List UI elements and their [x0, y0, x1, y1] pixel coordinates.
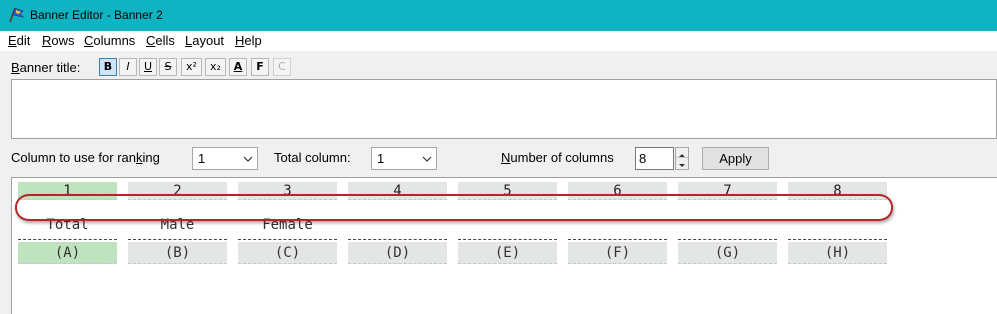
underline-button[interactable]: U — [139, 58, 157, 76]
column-number-cell[interactable]: 8 — [788, 182, 887, 200]
separator-line — [128, 230, 227, 240]
subscript-button[interactable]: x₂ — [205, 58, 226, 76]
separator-line — [458, 230, 557, 240]
column-letter-cell[interactable]: (D) — [348, 242, 447, 264]
ranking-column-value: 1 — [198, 151, 206, 166]
column-letter-cell[interactable]: (E) — [458, 242, 557, 264]
italic-button[interactable]: I — [119, 58, 137, 76]
number-of-columns-spinner[interactable] — [675, 147, 689, 170]
separator-line — [238, 230, 337, 240]
ranking-column-label: Column to use for ranking — [11, 150, 160, 165]
menu-cells[interactable]: Cells — [146, 33, 175, 48]
total-column-select[interactable]: 1 — [371, 147, 437, 170]
chevron-down-icon — [422, 156, 432, 162]
column-letter-cell[interactable]: (G) — [678, 242, 777, 264]
number-of-columns-label: Number of columns — [501, 150, 614, 165]
column-letter-cell[interactable]: (B) — [128, 242, 227, 264]
column-letter-cell[interactable]: (H) — [788, 242, 887, 264]
number-of-columns-value: 8 — [639, 151, 647, 166]
banner-title-label: Banner title: — [11, 60, 81, 75]
column-letter-cell[interactable]: (F) — [568, 242, 667, 264]
menu-columns[interactable]: Columns — [84, 33, 135, 48]
column-number-cell[interactable]: 7 — [678, 182, 777, 200]
spin-up-button[interactable] — [676, 148, 688, 158]
menu-layout[interactable]: Layout — [185, 33, 224, 48]
chevron-down-icon — [243, 156, 253, 162]
banner-grid: 1 Total (A) 2 Male (B) 3 Female (C) 4 (D… — [11, 177, 997, 314]
separator-line — [788, 230, 887, 240]
menu-rows[interactable]: Rows — [42, 33, 75, 48]
window-title: Banner Editor - Banner 2 — [30, 8, 163, 22]
total-column-label: Total column: — [274, 150, 351, 165]
ranking-column-select[interactable]: 1 — [192, 147, 258, 170]
apply-button[interactable]: Apply — [702, 147, 769, 170]
banner-app-icon — [9, 7, 24, 23]
menu-edit[interactable]: Edit — [8, 33, 30, 48]
column-number-cell[interactable]: 3 — [238, 182, 337, 200]
separator-line — [18, 230, 117, 240]
clear-format-button[interactable]: C — [273, 58, 291, 76]
column-letter-cell[interactable]: (C) — [238, 242, 337, 264]
total-column-value: 1 — [377, 151, 385, 166]
column-letter-cell[interactable]: (A) — [18, 242, 117, 264]
column-number-cell[interactable]: 2 — [128, 182, 227, 200]
menu-help[interactable]: Help — [235, 33, 262, 48]
separator-line — [678, 230, 777, 240]
chevron-down-icon — [679, 164, 685, 167]
title-bar: Banner Editor - Banner 2 — [0, 0, 997, 31]
separator-line — [568, 230, 667, 240]
spin-down-button[interactable] — [676, 159, 688, 169]
number-of-columns-input[interactable]: 8 — [635, 147, 674, 170]
banner-title-input[interactable] — [11, 79, 997, 139]
menu-bar: Edit Rows Columns Cells Layout Help — [0, 31, 997, 51]
strikethrough-button[interactable]: S — [159, 58, 177, 76]
column-number-cell[interactable]: 4 — [348, 182, 447, 200]
separator-line — [348, 230, 447, 240]
bold-button[interactable]: B — [99, 58, 117, 76]
column-number-cell[interactable]: 5 — [458, 182, 557, 200]
font-button[interactable]: F — [251, 58, 269, 76]
font-color-button[interactable]: A — [229, 58, 247, 76]
column-number-cell[interactable]: 1 — [18, 182, 117, 200]
column-number-cell[interactable]: 6 — [568, 182, 667, 200]
superscript-button[interactable]: x² — [181, 58, 202, 76]
